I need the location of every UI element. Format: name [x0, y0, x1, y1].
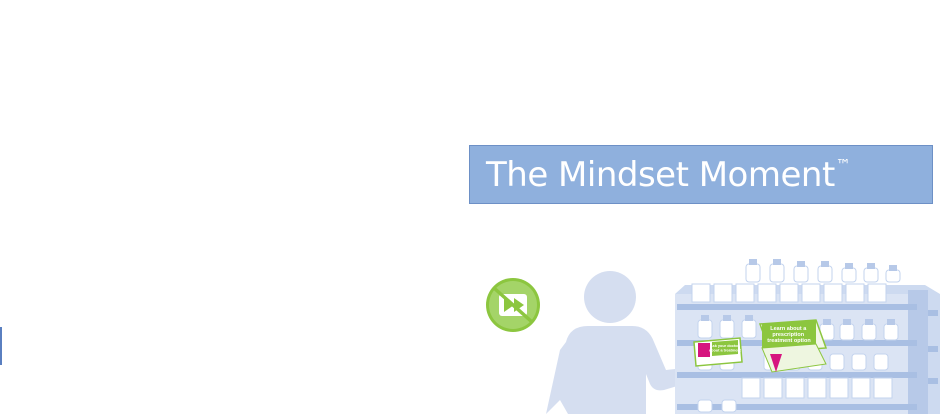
- title-banner: The Mindset Moment™: [469, 145, 933, 204]
- left-edge-mark: [0, 327, 2, 365]
- featured-product-pack: Learn about a prescription treatment opt…: [758, 319, 828, 373]
- featured-pack-text: Learn about a prescription treatment opt…: [767, 326, 811, 344]
- handheld-pack-text: Ask your doctor about a treatment: [709, 344, 742, 353]
- banner-title: The Mindset Moment™: [486, 154, 851, 195]
- banner-title-text: The Mindset Moment: [486, 154, 835, 195]
- pharmacy-shelf-illustration: Learn about a prescription treatment opt…: [470, 250, 940, 414]
- trademark-symbol: ™: [835, 155, 851, 174]
- fast-forward-prohibited-icon: [486, 278, 540, 332]
- handheld-product-pack: Ask your doctor about a treatment: [693, 337, 743, 367]
